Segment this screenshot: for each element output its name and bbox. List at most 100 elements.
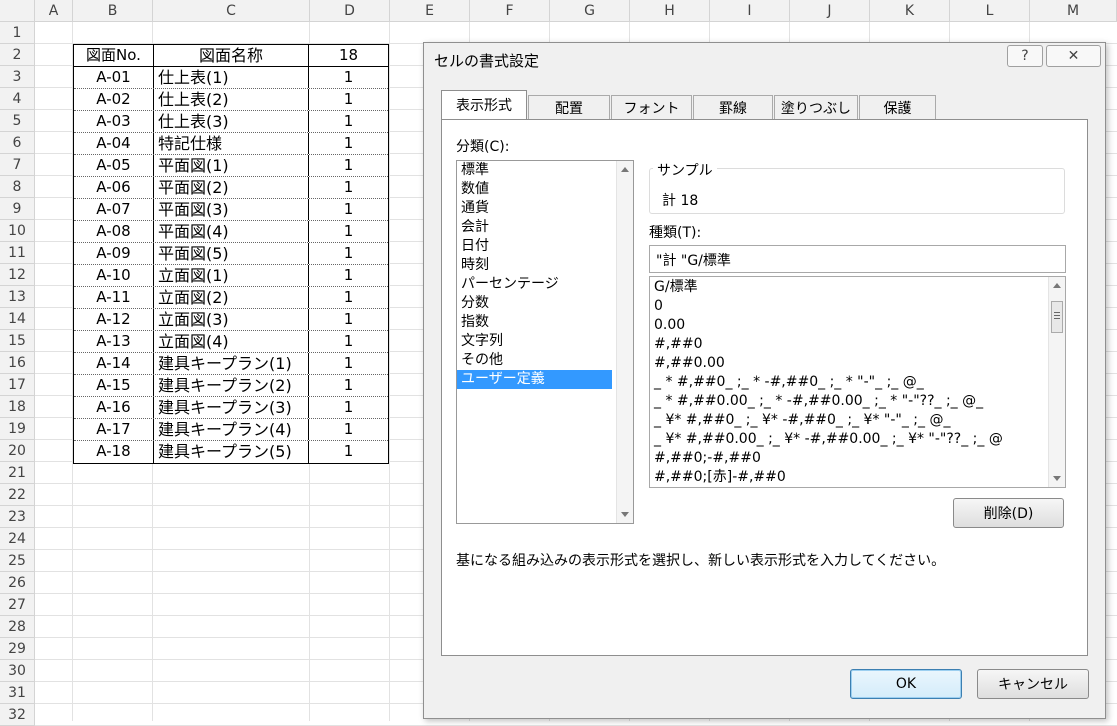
count-cell[interactable]: 1 (309, 287, 388, 308)
category-item[interactable]: 時刻 (457, 256, 633, 275)
drawing-no-cell[interactable]: A-15 (74, 375, 154, 396)
row-header[interactable]: 8 (0, 176, 35, 198)
drawing-no-cell[interactable]: A-10 (74, 265, 154, 286)
scroll-up-icon[interactable] (1053, 283, 1061, 288)
column-header-j[interactable]: J (790, 0, 870, 22)
row-header[interactable]: 21 (0, 462, 35, 484)
drawing-name-cell[interactable]: 建具キープラン(5) (154, 441, 309, 463)
row-header[interactable]: 15 (0, 330, 35, 352)
row-header[interactable]: 5 (0, 110, 35, 132)
count-cell[interactable]: 1 (309, 243, 388, 264)
row-header[interactable]: 32 (0, 704, 35, 726)
drawing-name-cell[interactable]: 建具キープラン(4) (154, 419, 309, 440)
row-header[interactable]: 22 (0, 484, 35, 506)
column-header-b[interactable]: B (73, 0, 153, 22)
column-header-f[interactable]: F (470, 0, 550, 22)
drawing-no-cell[interactable]: A-05 (74, 155, 154, 176)
count-cell[interactable]: 1 (309, 397, 388, 418)
row-header[interactable]: 28 (0, 616, 35, 638)
category-item[interactable]: 指数 (457, 313, 633, 332)
drawing-name-cell[interactable]: 平面図(5) (154, 243, 309, 264)
close-button[interactable]: ✕ (1046, 45, 1101, 67)
column-header-h[interactable]: H (630, 0, 710, 22)
category-item[interactable]: 数値 (457, 180, 633, 199)
tab-border[interactable]: 罫線 (693, 95, 773, 119)
column-header-d[interactable]: D (310, 0, 390, 22)
category-item[interactable]: ユーザー定義 (457, 370, 612, 389)
scroll-down-icon[interactable] (621, 512, 629, 517)
count-cell[interactable]: 1 (309, 375, 388, 396)
category-item[interactable]: 通貨 (457, 199, 633, 218)
header-drawing-name[interactable]: 図面名称 (154, 45, 309, 66)
format-item[interactable]: _ * #,##0_ ;_ * -#,##0_ ;_ * "-"_ ;_ @_ (650, 373, 1046, 392)
drawing-name-cell[interactable]: 特記仕様 (154, 133, 309, 154)
drawing-no-cell[interactable]: A-09 (74, 243, 154, 264)
delete-button[interactable]: 削除(D) (953, 498, 1064, 528)
row-header[interactable]: 10 (0, 220, 35, 242)
drawing-name-cell[interactable]: 平面図(4) (154, 221, 309, 242)
count-cell[interactable]: 1 (309, 221, 388, 242)
category-scrollbar[interactable] (616, 161, 633, 523)
column-header-l[interactable]: L (950, 0, 1030, 22)
row-header[interactable]: 14 (0, 308, 35, 330)
tab-fill[interactable]: 塗りつぶし (774, 95, 858, 119)
tab-font[interactable]: フォント (611, 95, 692, 119)
row-header[interactable]: 24 (0, 528, 35, 550)
count-cell[interactable]: 1 (309, 155, 388, 176)
row-header[interactable]: 19 (0, 418, 35, 440)
format-item[interactable]: G/標準 (650, 278, 1046, 297)
row-header[interactable]: 25 (0, 550, 35, 572)
format-list-scrollbar[interactable] (1048, 277, 1065, 487)
count-cell[interactable]: 1 (309, 353, 388, 374)
drawing-name-cell[interactable]: 平面図(1) (154, 155, 309, 176)
count-cell[interactable]: 1 (309, 419, 388, 440)
drawing-no-cell[interactable]: A-08 (74, 221, 154, 242)
drawing-no-cell[interactable]: A-07 (74, 199, 154, 220)
drawing-no-cell[interactable]: A-11 (74, 287, 154, 308)
row-header[interactable]: 30 (0, 660, 35, 682)
row-header[interactable]: 7 (0, 154, 35, 176)
row-header[interactable]: 23 (0, 506, 35, 528)
row-header[interactable]: 27 (0, 594, 35, 616)
row-header[interactable]: 6 (0, 132, 35, 154)
category-item[interactable]: その他 (457, 351, 633, 370)
drawing-name-cell[interactable]: 仕上表(2) (154, 89, 309, 110)
row-header[interactable]: 26 (0, 572, 35, 594)
header-total-count[interactable]: 18 (309, 45, 388, 66)
help-button[interactable]: ? (1007, 45, 1043, 67)
drawing-no-cell[interactable]: A-01 (74, 67, 154, 88)
count-cell[interactable]: 1 (309, 89, 388, 110)
row-header[interactable]: 4 (0, 88, 35, 110)
drawing-no-cell[interactable]: A-06 (74, 177, 154, 198)
column-header-c[interactable]: C (153, 0, 310, 22)
category-item[interactable]: パーセンテージ (457, 275, 633, 294)
type-input[interactable]: "計 "G/標準 (649, 245, 1066, 273)
format-item[interactable]: _ ¥* #,##0.00_ ;_ ¥* -#,##0.00_ ;_ ¥* "-… (650, 430, 1046, 449)
drawing-name-cell[interactable]: 平面図(3) (154, 199, 309, 220)
drawing-no-cell[interactable]: A-12 (74, 309, 154, 330)
count-cell[interactable]: 1 (309, 177, 388, 198)
row-header[interactable]: 13 (0, 286, 35, 308)
format-item[interactable]: #,##0;-#,##0 (650, 449, 1046, 468)
format-item[interactable]: 0.00 (650, 316, 1046, 335)
column-header-k[interactable]: K (870, 0, 950, 22)
count-cell[interactable]: 1 (309, 111, 388, 132)
count-cell[interactable]: 1 (309, 199, 388, 220)
drawing-name-cell[interactable]: 立面図(1) (154, 265, 309, 286)
tab-protection[interactable]: 保護 (859, 95, 936, 119)
count-cell[interactable]: 1 (309, 67, 388, 88)
cancel-button[interactable]: キャンセル (977, 669, 1089, 699)
drawing-name-cell[interactable]: 立面図(3) (154, 309, 309, 330)
column-header-a[interactable]: A (35, 0, 73, 22)
drawing-no-cell[interactable]: A-14 (74, 353, 154, 374)
drawing-no-cell[interactable]: A-04 (74, 133, 154, 154)
column-header-g[interactable]: G (550, 0, 630, 22)
header-drawing-no[interactable]: 図面No. (74, 45, 154, 66)
format-list[interactable]: G/標準 0 0.00 #,##0 #,##0.00 _ * #,##0_ ;_ * -#… (649, 276, 1066, 488)
scroll-up-icon[interactable] (621, 167, 629, 172)
count-cell[interactable]: 1 (309, 265, 388, 286)
drawing-name-cell[interactable]: 建具キープラン(3) (154, 397, 309, 418)
row-header[interactable]: 12 (0, 264, 35, 286)
format-item[interactable]: #,##0 (650, 335, 1046, 354)
category-item[interactable]: 文字列 (457, 332, 633, 351)
